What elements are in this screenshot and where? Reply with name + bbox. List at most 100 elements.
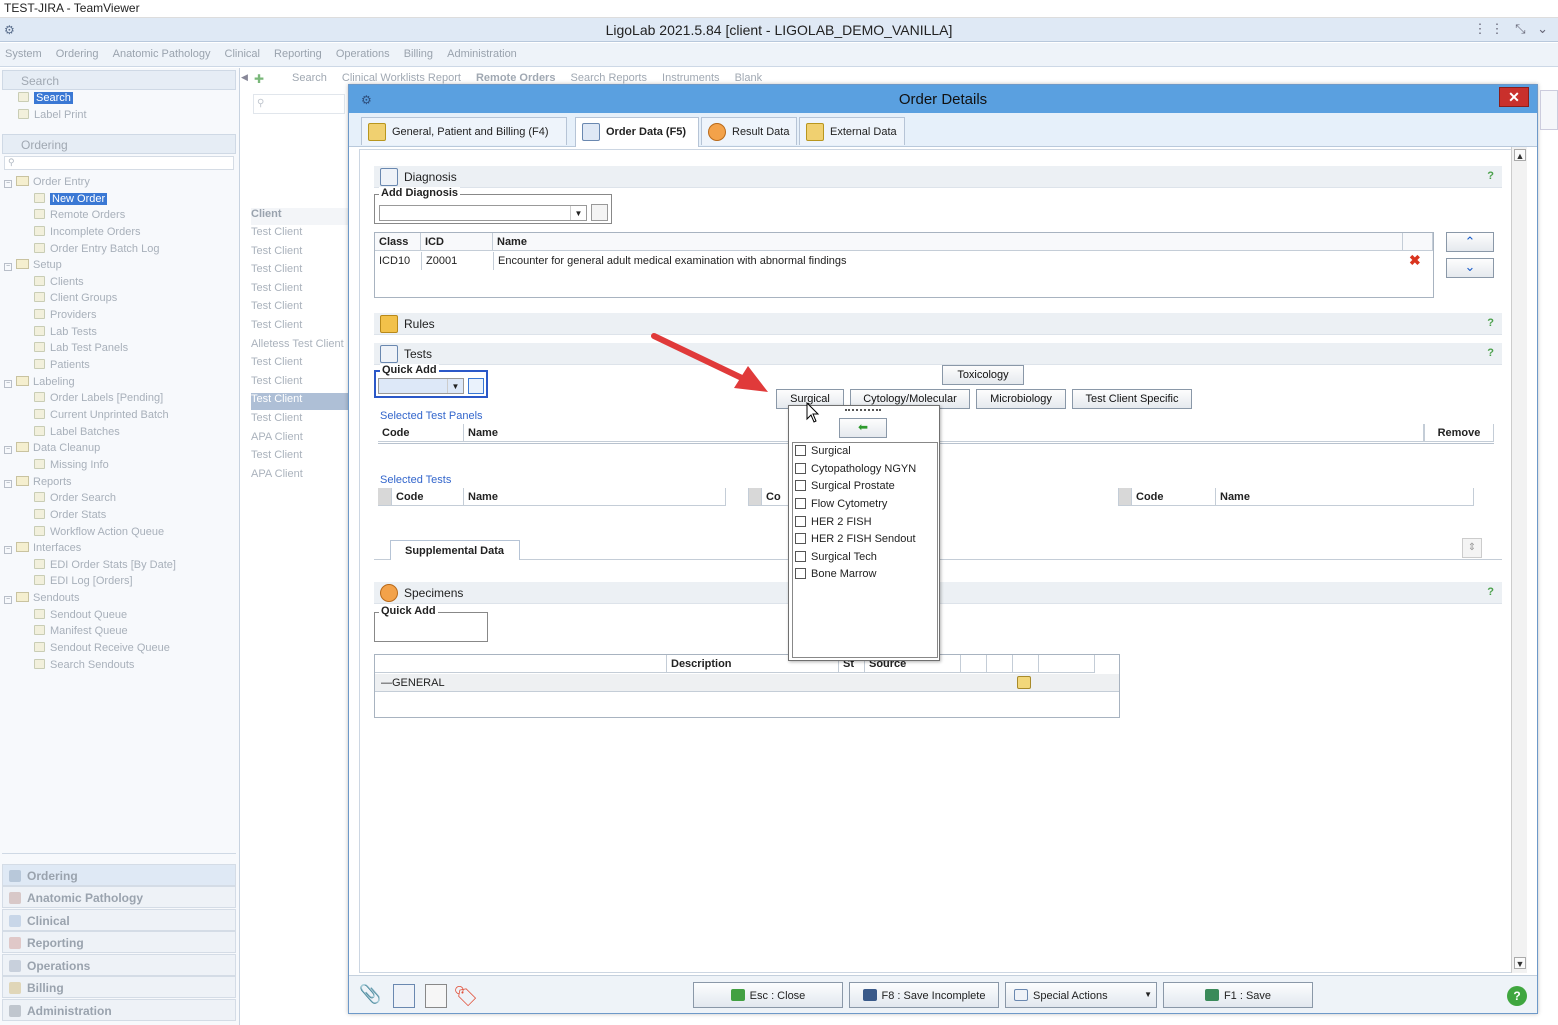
bg-list-row[interactable]: Test Client bbox=[251, 282, 355, 299]
nav-button-administration[interactable]: Administration bbox=[2, 999, 236, 1021]
tree-item-order-stats[interactable]: Order Stats bbox=[34, 509, 106, 521]
scroll-up-icon[interactable]: ▲ bbox=[1514, 149, 1526, 161]
bg-list-row[interactable]: Test Client bbox=[251, 319, 355, 336]
diagnosis-col-class[interactable]: Class bbox=[375, 233, 421, 251]
save-button[interactable]: F1 : Save bbox=[1163, 982, 1313, 1008]
tree-item-patients[interactable]: Patients bbox=[34, 359, 90, 371]
tree-item-manifest-queue[interactable]: Manifest Queue bbox=[34, 625, 128, 637]
tree-item-remote-orders[interactable]: Remote Orders bbox=[34, 209, 125, 221]
bg-tab-clinical-worklists[interactable]: Clinical Worklists Report bbox=[342, 72, 461, 84]
tree-item-incomplete-orders[interactable]: Incomplete Orders bbox=[34, 226, 140, 238]
dialog-close-button[interactable]: ✕ bbox=[1499, 87, 1529, 107]
notepad-icon[interactable] bbox=[425, 984, 447, 1008]
menu-operations[interactable]: Operations bbox=[331, 43, 396, 60]
panels-col-name[interactable]: Name bbox=[464, 424, 1424, 442]
menu-administration[interactable]: Administration bbox=[442, 43, 523, 60]
tree-item-lab-test-panels[interactable]: Lab Test Panels bbox=[34, 342, 128, 354]
bg-tab-blank[interactable]: Blank bbox=[735, 72, 763, 84]
menu-system[interactable]: System bbox=[0, 43, 48, 60]
ordering-section-header[interactable]: Ordering bbox=[2, 134, 236, 154]
menu-clinical[interactable]: Clinical bbox=[220, 43, 266, 60]
tests-col-name-right[interactable]: Name bbox=[1216, 488, 1474, 506]
tree-item-clients[interactable]: Clients bbox=[34, 276, 84, 288]
tests-col-code[interactable]: Code bbox=[392, 488, 464, 506]
tree-item-search-sendouts[interactable]: Search Sendouts bbox=[34, 659, 134, 671]
search-section-header[interactable]: Search bbox=[2, 70, 236, 90]
content-scrollbar[interactable]: ▲ ▼ bbox=[1511, 147, 1527, 973]
specimen-row-general[interactable]: —GENERAL bbox=[375, 674, 1119, 692]
popup-item-cytopathology-ngyn[interactable]: Cytopathology NGYN bbox=[795, 463, 916, 475]
bg-list-row[interactable]: Alletess Test Client bbox=[251, 338, 355, 355]
checkbox[interactable] bbox=[795, 551, 806, 562]
bg-tab-search-reports[interactable]: Search Reports bbox=[571, 72, 647, 84]
tree-node-reports[interactable]: − Reports bbox=[4, 476, 72, 488]
move-up-button[interactable]: ⌃ bbox=[1446, 232, 1494, 252]
diagnosis-help-icon[interactable]: ? bbox=[1487, 170, 1494, 182]
tab-external-data[interactable]: External Data bbox=[799, 117, 905, 145]
nav-button-clinical[interactable]: Clinical bbox=[2, 909, 236, 931]
popup-item-surgical-prostate[interactable]: Surgical Prostate bbox=[795, 480, 895, 492]
nav-button-operations[interactable]: Operations bbox=[2, 954, 236, 976]
nav-button-anatomic-pathology[interactable]: Anatomic Pathology bbox=[2, 886, 236, 908]
tree-item-sendout-receive-queue[interactable]: Sendout Receive Queue bbox=[34, 642, 170, 654]
tab-result-data[interactable]: Result Data bbox=[701, 117, 797, 145]
close-button[interactable]: Esc : Close bbox=[693, 982, 843, 1008]
nav-button-billing[interactable]: Billing bbox=[2, 976, 236, 998]
rules-help-icon[interactable]: ? bbox=[1487, 317, 1494, 329]
notes-icon[interactable] bbox=[393, 984, 415, 1008]
save-incomplete-button[interactable]: F8 : Save Incomplete bbox=[849, 982, 999, 1008]
tree-node-order-entry[interactable]: − Order Entry bbox=[4, 176, 90, 188]
menu-ordering[interactable]: Ordering bbox=[51, 43, 105, 60]
chevron-down-icon[interactable]: ▼ bbox=[447, 379, 463, 393]
bg-list-row[interactable]: Test Client bbox=[251, 356, 355, 373]
bg-list-row[interactable]: APA Client bbox=[251, 431, 355, 448]
panels-col-code[interactable]: Code bbox=[378, 424, 464, 442]
tree-item-search[interactable]: Search bbox=[18, 92, 73, 104]
tests-quick-add-combo[interactable]: ▼ bbox=[378, 378, 464, 394]
tree-item-workflow-action-queue[interactable]: Workflow Action Queue bbox=[34, 526, 164, 538]
tree-node-data-cleanup[interactable]: − Data Cleanup bbox=[4, 442, 100, 454]
popup-item-her2-fish[interactable]: HER 2 FISH bbox=[795, 516, 872, 528]
move-down-button[interactable]: ⌄ bbox=[1446, 258, 1494, 278]
tree-node-labeling[interactable]: − Labeling bbox=[4, 376, 75, 388]
tree-item-order-entry-batch-log[interactable]: Order Entry Batch Log bbox=[34, 243, 159, 255]
bg-tab-instruments[interactable]: Instruments bbox=[662, 72, 719, 84]
microbiology-button[interactable]: Microbiology bbox=[976, 389, 1066, 409]
tree-item-current-unprinted-batch[interactable]: Current Unprinted Batch bbox=[34, 409, 169, 421]
nav-button-reporting[interactable]: Reporting bbox=[2, 931, 236, 953]
bg-list-row[interactable]: Test Client bbox=[251, 393, 355, 411]
tree-item-label-print[interactable]: Label Print bbox=[18, 109, 87, 121]
bg-list-row[interactable]: Test Client bbox=[251, 375, 355, 392]
chevron-down-icon[interactable]: ▼ bbox=[570, 206, 586, 220]
tree-node-sendouts[interactable]: − Sendouts bbox=[4, 592, 79, 604]
diagnosis-col-icd[interactable]: ICD bbox=[421, 233, 493, 251]
bg-list-row[interactable]: Test Client bbox=[251, 412, 355, 429]
menu-reporting[interactable]: Reporting bbox=[269, 43, 328, 60]
tree-node-interfaces[interactable]: − Interfaces bbox=[4, 542, 81, 554]
tests-col-code-right[interactable]: Code bbox=[1132, 488, 1216, 506]
tree-item-edi-log[interactable]: EDI Log [Orders] bbox=[34, 575, 133, 587]
tree-item-lab-tests[interactable]: Lab Tests bbox=[34, 326, 97, 338]
tree-item-order-search[interactable]: Order Search bbox=[34, 492, 116, 504]
bg-tab-remote-orders[interactable]: Remote Orders bbox=[476, 72, 555, 84]
popup-item-her2-fish-sendout[interactable]: HER 2 FISH Sendout bbox=[795, 533, 916, 545]
tab-order-data[interactable]: Order Data (F5) bbox=[575, 117, 699, 147]
test-client-specific-button[interactable]: Test Client Specific bbox=[1072, 389, 1192, 409]
paperclip-icon[interactable]: 📎 bbox=[359, 984, 383, 1008]
tree-item-client-groups[interactable]: Client Groups bbox=[34, 292, 117, 304]
tree-item-order-labels[interactable]: Order Labels [Pending] bbox=[34, 392, 163, 404]
supplemental-data-tab[interactable]: Supplemental Data bbox=[390, 540, 520, 560]
nav-button-ordering[interactable]: Ordering bbox=[2, 864, 236, 886]
window-controls-icon[interactable]: ⋮⋮ ⤡ ⌄ bbox=[1473, 21, 1552, 37]
diagnosis-lookup-icon[interactable] bbox=[591, 204, 608, 221]
tag-icon[interactable]: 🏷 bbox=[453, 984, 479, 1008]
bg-list-row[interactable]: Test Client bbox=[251, 263, 355, 280]
expand-icon[interactable]: ⇕ bbox=[1462, 538, 1482, 558]
tree-item-edi-order-stats[interactable]: EDI Order Stats [By Date] bbox=[34, 559, 176, 571]
delete-diagnosis-icon[interactable]: ✖ bbox=[1409, 252, 1421, 269]
add-diagnosis-combo[interactable]: ▼ bbox=[379, 205, 587, 221]
tree-node-setup[interactable]: − Setup bbox=[4, 259, 62, 271]
bg-list-row[interactable]: Test Client bbox=[251, 226, 355, 243]
tree-item-new-order[interactable]: New Order bbox=[34, 193, 108, 205]
tree-item-label-batches[interactable]: Label Batches bbox=[34, 426, 120, 438]
